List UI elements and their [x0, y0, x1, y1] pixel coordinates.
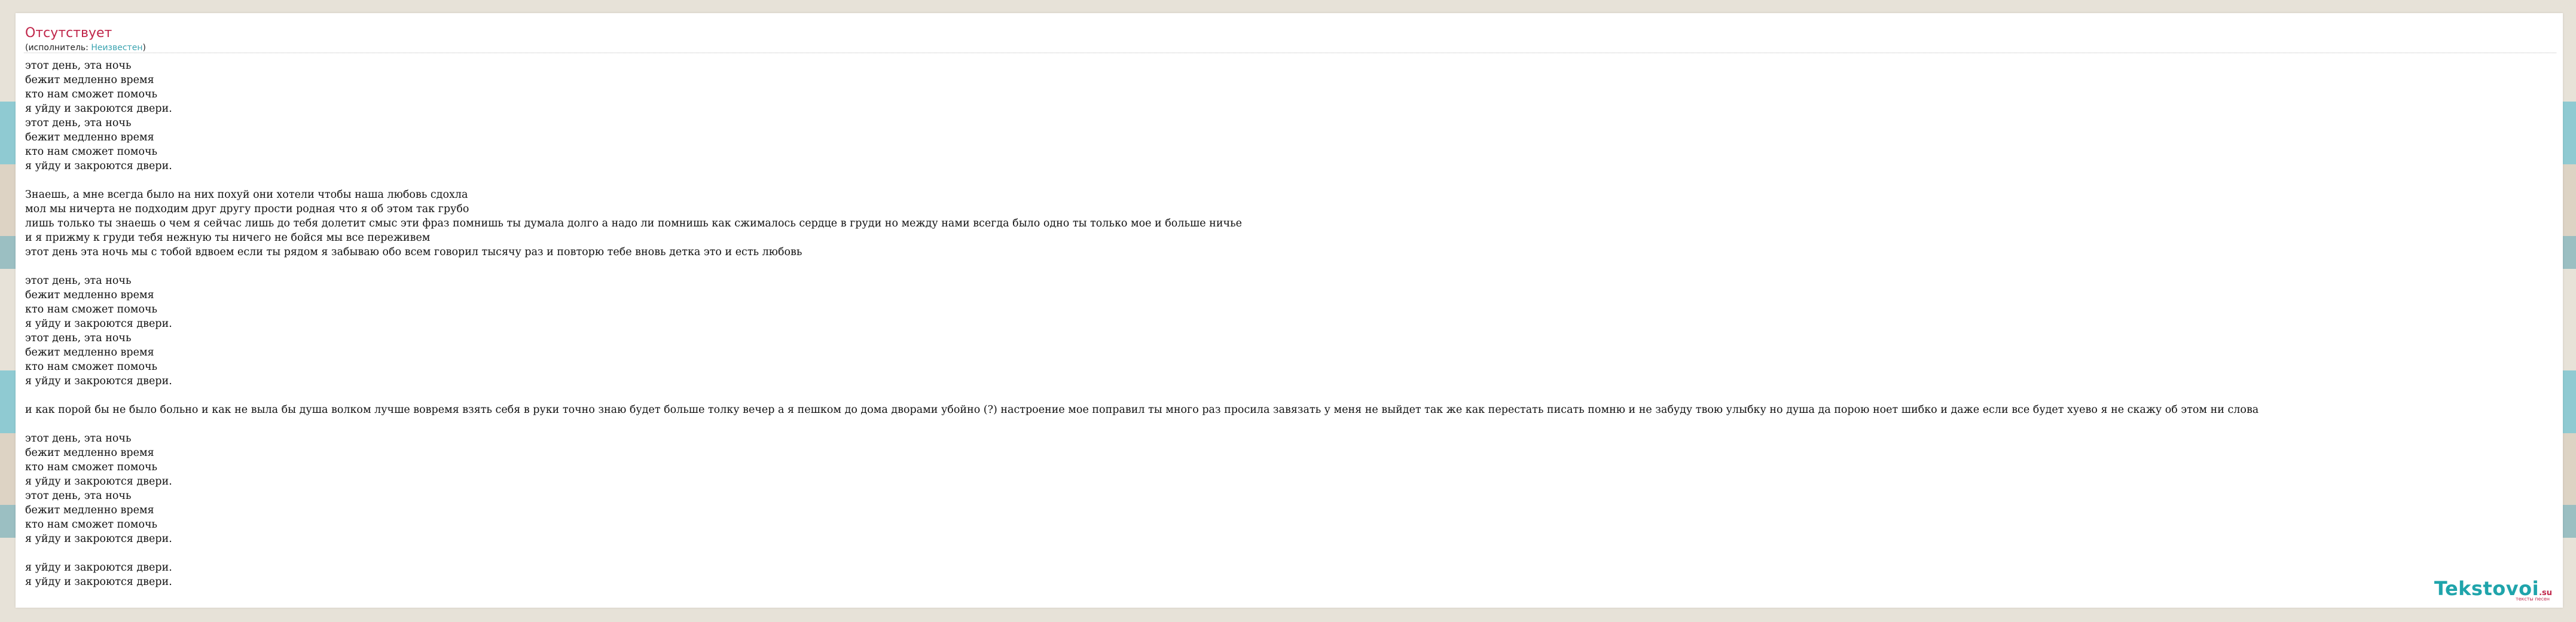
lyrics-line: я уйду и закроются двери. [25, 533, 172, 545]
lyrics-line: мол мы ничерта не подходим друг другу пр… [25, 203, 469, 215]
performer-line: (исполнитель: Неизвестен) [25, 43, 146, 53]
lyrics-line: этот день, эта ночь [25, 60, 132, 72]
lyrics-line: этот день, эта ночь [25, 490, 132, 502]
lyrics-panel: Отсутствует (исполнитель: Неизвестен) эт… [16, 13, 2563, 608]
song-title: Отсутствует [25, 26, 112, 41]
lyrics-line: я уйду и закроются двери. [25, 375, 172, 387]
lyrics-line: кто нам сможет помочь [25, 88, 158, 100]
lyrics-blank-line [25, 417, 2557, 431]
lyrics-line: я уйду и закроются двери. [25, 103, 172, 115]
lyrics-blank-line [25, 259, 2557, 274]
lyrics-line: кто нам сможет помочь [25, 304, 158, 315]
lyrics-line: бежит медленно время [25, 347, 154, 359]
lyrics-line: бежит медленно время [25, 447, 154, 459]
lyrics-line: кто нам сможет помочь [25, 461, 158, 473]
lyrics-line: этот день эта ночь мы с тобой вдвоем есл… [25, 246, 802, 258]
lyrics-line: и я прижму к груди тебя нежную ты ничего… [25, 232, 431, 244]
lyrics-line: я уйду и закроются двери. [25, 576, 172, 588]
lyrics-line: я уйду и закроются двери. [25, 318, 172, 330]
lyrics-line: лишь только ты знаешь о чем я сейчас лиш… [25, 217, 1242, 229]
lyrics-line: кто нам сможет помочь [25, 361, 158, 373]
lyrics-text: этот день, эта ночь бежит медленно время к… [25, 59, 2557, 589]
performer-prefix: (исполнитель: [25, 43, 91, 53]
lyrics-line: этот день, эта ночь [25, 275, 132, 287]
lyrics-line: кто нам сможет помочь [25, 146, 158, 158]
lyrics-line: я уйду и закроются двери. [25, 160, 172, 172]
lyrics-line: этот день, эта ночь [25, 332, 132, 344]
lyrics-line: я уйду и закроются двери. [25, 476, 172, 488]
lyrics-line: и как порой бы не было больно и как не в… [25, 404, 2259, 416]
lyrics-line: Знаешь, а мне всегда было на них похуй о… [25, 189, 468, 201]
site-logo[interactable]: Tekstovoi.su тексты песен [2434, 577, 2552, 602]
lyrics-blank-line [25, 173, 2557, 188]
lyrics-line: кто нам сможет помочь [25, 519, 158, 531]
lyrics-line: бежит медленно время [25, 131, 154, 143]
lyrics-line: этот день, эта ночь [25, 117, 132, 129]
lyrics-line: этот день, эта ночь [25, 433, 132, 445]
lyrics-blank-line [25, 546, 2557, 560]
lyrics-line: бежит медленно время [25, 74, 154, 86]
lyrics-blank-line [25, 388, 2557, 403]
performer-link[interactable]: Неизвестен [91, 43, 142, 53]
lyrics-line: бежит медленно время [25, 504, 154, 516]
performer-suffix: ) [142, 43, 146, 53]
lyrics-line: бежит медленно время [25, 289, 154, 301]
lyrics-line: я уйду и закроются двери. [25, 562, 172, 574]
